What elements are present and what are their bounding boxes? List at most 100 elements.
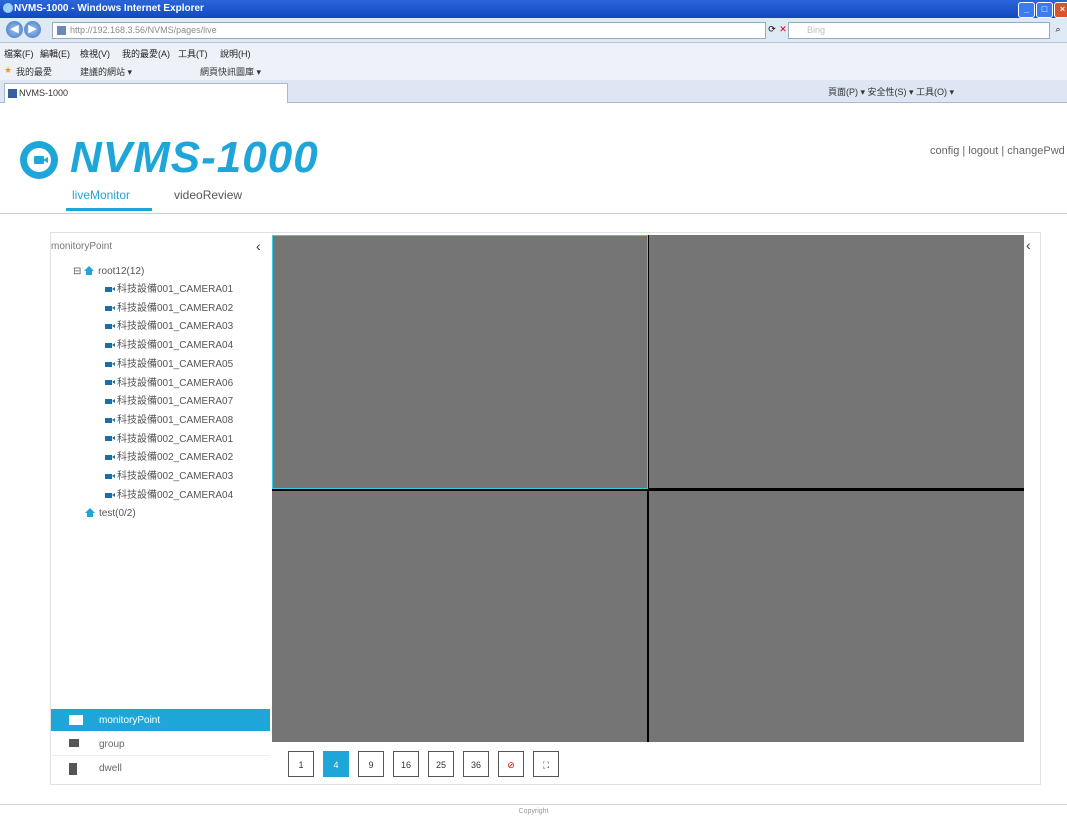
menu-item-favorites[interactable]: 我的最愛(A): [122, 47, 170, 60]
layout-16-button[interactable]: 16: [393, 751, 419, 777]
web-slice-link[interactable]: 網頁快訊圖庫 ▾: [200, 65, 261, 78]
tab-favicon: [8, 89, 17, 98]
menu-item-help[interactable]: 說明(H): [220, 47, 251, 60]
maximize-button[interactable]: □: [1036, 2, 1053, 18]
camera-label: 科技設備001_CAMERA07: [117, 396, 234, 408]
address-field[interactable]: http://192.168.3.56/NVMS/pages/live: [52, 22, 766, 39]
menu-bar: 檔案(F) 編輯(E) 檢視(V) 我的最愛(A) 工具(T) 說明(H): [0, 43, 1067, 61]
search-input[interactable]: Bing: [788, 22, 1050, 39]
menu-item-edit[interactable]: 編輯(E): [40, 47, 70, 60]
camera-icon: [105, 305, 115, 311]
back-button[interactable]: ◀: [6, 21, 23, 38]
camera-label: 科技設備001_CAMERA04: [117, 340, 234, 352]
camera-icon: [105, 361, 115, 367]
page-icon: [57, 26, 66, 35]
house-icon: [84, 265, 95, 275]
camera-icon: [105, 455, 115, 461]
camera-label: 科技設備001_CAMERA08: [117, 414, 234, 426]
camera-label: 科技設備001_CAMERA03: [117, 321, 234, 333]
video-cell-1[interactable]: [272, 235, 648, 489]
collapse-toggle-icon[interactable]: ⊟: [73, 266, 84, 277]
fullscreen-icon[interactable]: ⛶: [533, 751, 559, 777]
address-toolbar: ◀ ▶ http://192.168.3.56/NVMS/pages/live …: [0, 18, 1067, 43]
active-tab-underline: [66, 208, 152, 211]
tree-group-label: root12(12): [98, 266, 145, 277]
tree-camera-node[interactable]: 科技設備002_CAMERA04: [105, 489, 233, 503]
tab-video-review[interactable]: videoReview: [174, 188, 242, 202]
camera-icon: [105, 324, 115, 330]
camera-label: 科技設備001_CAMERA02: [117, 302, 234, 314]
tree-camera-node[interactable]: 科技設備001_CAMERA05: [105, 358, 233, 372]
camera-icon: [105, 342, 115, 348]
tree-camera-node[interactable]: 科技設備001_CAMERA07: [105, 395, 233, 409]
footer-divider: [0, 804, 1067, 805]
browser-tabbar: NVMS-1000 頁面(P) ▾ 安全性(S) ▾ 工具(O) ▾: [0, 80, 1067, 103]
tree-camera-node[interactable]: 科技設備001_CAMERA06: [105, 377, 233, 391]
camera-icon: [105, 492, 115, 498]
sidebar-tab-dwell[interactable]: dwell: [51, 757, 271, 779]
window-title: NVMS-1000 - Windows Internet Explorer: [14, 3, 204, 14]
camera-label: 科技設備001_CAMERA01: [117, 284, 234, 295]
favorites-bar: ★ 我的最愛 建議的網站 ▾ 網頁快訊圖庫 ▾: [0, 61, 1067, 81]
video-cell-4[interactable]: [649, 491, 1024, 742]
camera-label: 科技設備002_CAMERA04: [117, 489, 234, 501]
ie-icon: [3, 3, 13, 13]
command-bar[interactable]: 頁面(P) ▾ 安全性(S) ▾ 工具(O) ▾: [828, 85, 954, 98]
camera-icon: [105, 380, 115, 386]
suggested-sites-link[interactable]: 建議的網站 ▾: [80, 65, 132, 78]
layout-36-button[interactable]: 36: [463, 751, 489, 777]
camera-icon: [105, 399, 115, 405]
app-logo: NVMS-1000: [70, 133, 319, 182]
tab-live-monitor[interactable]: liveMonitor: [72, 188, 130, 202]
layout-4-button[interactable]: 4: [323, 751, 349, 777]
layout-9-button[interactable]: 9: [358, 751, 384, 777]
forward-button[interactable]: ▶: [24, 21, 41, 38]
video-grid: [272, 235, 1024, 742]
favorites-button[interactable]: 我的最愛: [16, 65, 52, 78]
tree-group-node[interactable]: ⊟ root12(12): [73, 265, 144, 279]
video-cell-3[interactable]: [272, 491, 647, 742]
favorites-star-icon: ★: [4, 65, 13, 75]
menu-item-file[interactable]: 檔案(F): [4, 47, 34, 60]
tab-title: NVMS-1000: [19, 88, 69, 98]
camera-icon: [105, 286, 115, 292]
menu-item-view[interactable]: 檢視(V): [80, 47, 110, 60]
camera-label: 科技設備001_CAMERA05: [117, 358, 234, 370]
tree-camera-node[interactable]: 科技設備002_CAMERA01: [105, 433, 233, 447]
tree-group-label: test(0/2): [99, 508, 136, 520]
layout-25-button[interactable]: 25: [428, 751, 454, 777]
camera-icon: [69, 715, 83, 725]
camera-label: 科技設備002_CAMERA02: [117, 452, 234, 464]
camera-icon: [105, 417, 115, 423]
camera-label: 科技設備002_CAMERA03: [117, 471, 234, 482]
tree-camera-node[interactable]: 科技設備002_CAMERA03: [105, 470, 233, 484]
camera-logo-icon: [20, 141, 58, 179]
tree-camera-node[interactable]: 科技設備001_CAMERA08: [105, 414, 233, 428]
app-header: NVMS-1000 config | logout | changePwd li…: [0, 103, 1067, 214]
stop-all-icon[interactable]: ⊘: [498, 751, 524, 777]
top-links[interactable]: config | logout | changePwd: [930, 145, 1065, 157]
browser-tab[interactable]: NVMS-1000: [4, 83, 288, 103]
sidebar-tab-group[interactable]: group: [51, 733, 271, 756]
sidebar-title: monitoryPoint: [51, 241, 113, 252]
layout-1-button[interactable]: 1: [288, 751, 314, 777]
close-button[interactable]: ×: [1054, 2, 1067, 18]
search-icon[interactable]: ⌕: [1052, 23, 1064, 35]
collapse-right-icon[interactable]: ‹: [1026, 237, 1031, 253]
group-icon: [69, 739, 79, 747]
tree-camera-node[interactable]: 科技設備002_CAMERA02: [105, 451, 233, 465]
tree-camera-node[interactable]: 科技設備001_CAMERA04: [105, 339, 233, 353]
house-icon: [85, 508, 95, 518]
minimize-button[interactable]: _: [1018, 2, 1035, 18]
camera-icon: [105, 436, 115, 442]
footer-copyright: Copyright: [518, 808, 549, 815]
video-cell-2[interactable]: [649, 235, 1024, 488]
collapse-left-icon[interactable]: ‹: [256, 238, 261, 254]
tree-camera-node[interactable]: 科技設備001_CAMERA02: [105, 302, 233, 316]
tree-group-node[interactable]: test(0/2): [85, 507, 136, 521]
sidebar-tab-monitory-point[interactable]: monitoryPoint: [51, 709, 271, 731]
tree-camera-node[interactable]: 科技設備001_CAMERA03: [105, 320, 233, 334]
monitor-point-sidebar: monitoryPoint ‹ ⊟ root12(12) 科技設備001_CAME…: [50, 232, 272, 785]
tree-camera-node[interactable]: 科技設備001_CAMERA01: [105, 283, 233, 297]
menu-item-tools[interactable]: 工具(T): [178, 47, 208, 60]
